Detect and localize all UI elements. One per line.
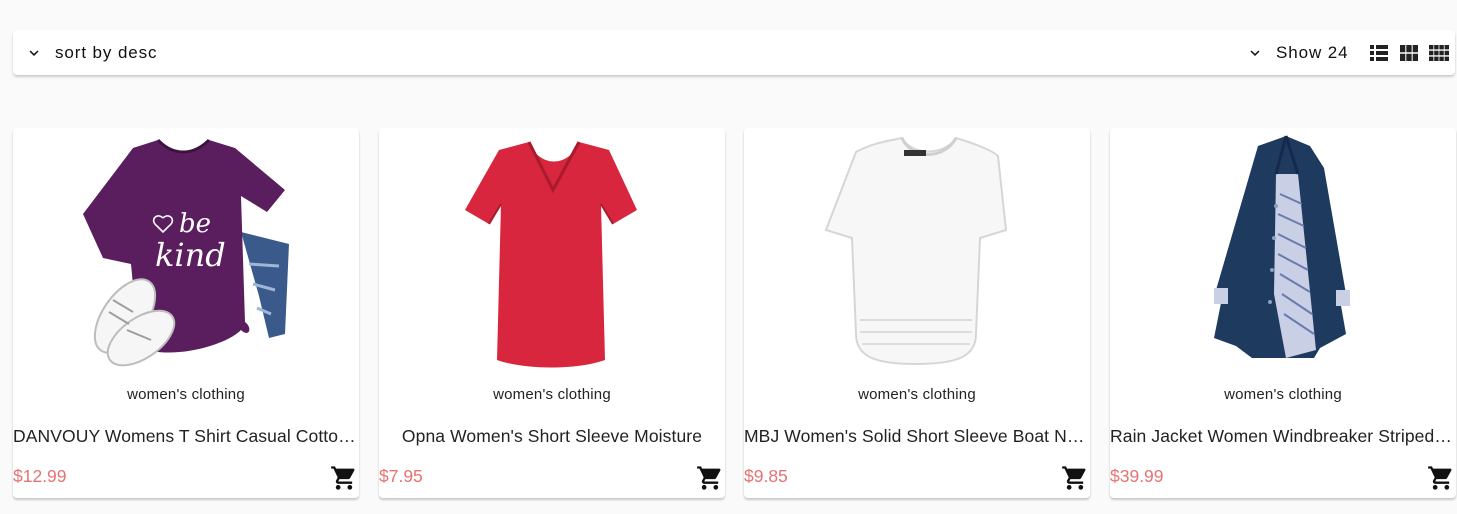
product-card[interactable]: women's clothing Rain Jacket Women Windb…: [1110, 128, 1456, 498]
sort-label: sort by desc: [55, 42, 158, 62]
product-price: $39.99: [1110, 466, 1164, 486]
product-category: women's clothing: [1224, 386, 1342, 403]
product-image-red-tshirt[interactable]: [379, 134, 725, 374]
product-image-purple-tshirt[interactable]: be kind: [13, 134, 359, 374]
view-list-icon[interactable]: [1367, 41, 1391, 65]
product-image-navy-jacket[interactable]: [1110, 134, 1456, 374]
view-module-icon[interactable]: [1397, 41, 1421, 65]
product-price: $12.99: [13, 466, 67, 486]
view-comfy-icon[interactable]: [1427, 41, 1451, 65]
product-card[interactable]: be kind women's clothing DANVOUY Womens …: [13, 128, 359, 498]
product-title[interactable]: DANVOUY Womens T Shirt Casual Cotton Sho…: [13, 426, 359, 447]
chevron-down-icon: [25, 44, 43, 62]
product-title[interactable]: Opna Women's Short Sleeve Moisture: [379, 426, 725, 447]
cart-icon[interactable]: [1427, 464, 1455, 492]
product-category: women's clothing: [493, 386, 611, 403]
cart-icon[interactable]: [330, 464, 358, 492]
product-card[interactable]: women's clothing Opna Women's Short Slee…: [379, 128, 725, 498]
product-image-white-top[interactable]: [744, 134, 1090, 374]
svg-text:kind: kind: [155, 236, 226, 274]
product-category: women's clothing: [127, 386, 245, 403]
product-title[interactable]: MBJ Women's Solid Short Sleeve Boat Neck…: [744, 426, 1090, 447]
page-size-dropdown[interactable]: Show 24: [1246, 30, 1348, 75]
sort-dropdown[interactable]: sort by desc: [25, 30, 157, 75]
page-size-label: Show 24: [1276, 42, 1349, 62]
product-title[interactable]: Rain Jacket Women Windbreaker Striped Cl…: [1110, 426, 1456, 447]
products-toolbar: sort by desc Show 24: [13, 30, 1455, 75]
product-price: $9.85: [744, 466, 788, 486]
product-card[interactable]: women's clothing MBJ Women's Solid Short…: [744, 128, 1090, 498]
cart-icon[interactable]: [1061, 464, 1089, 492]
product-category: women's clothing: [858, 386, 976, 403]
svg-text:be: be: [179, 209, 211, 239]
product-price: $7.95: [379, 466, 423, 486]
chevron-down-icon: [1246, 44, 1264, 62]
cart-icon[interactable]: [696, 464, 724, 492]
